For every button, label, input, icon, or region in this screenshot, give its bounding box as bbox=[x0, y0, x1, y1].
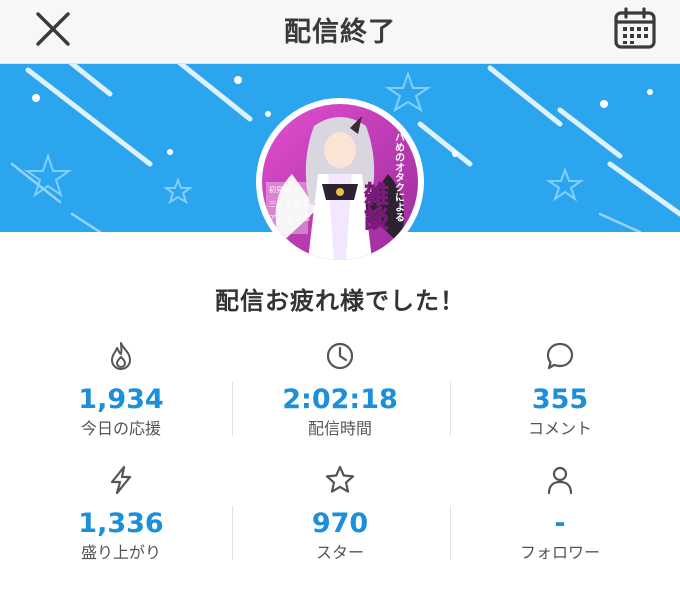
avatar-big-text: 雑談 bbox=[360, 181, 389, 231]
avatar-small-text-3: 三人 大 歓迎 bbox=[269, 199, 308, 208]
stat-value: 1,934 bbox=[78, 384, 164, 415]
comment-icon bbox=[546, 342, 574, 370]
avatar-small-text-2: ROM bbox=[282, 186, 298, 194]
stat-label: 配信時間 bbox=[307, 419, 372, 438]
stat-label: フォロワー bbox=[519, 543, 600, 562]
divider bbox=[232, 382, 233, 436]
top-bar: 配信終了 bbox=[0, 0, 680, 64]
clock-icon bbox=[326, 342, 354, 370]
avatar-vertical-title: ヤバめのオタクによる bbox=[393, 122, 405, 222]
divider bbox=[450, 382, 451, 436]
calendar-icon[interactable] bbox=[612, 6, 658, 50]
stat-duration: 2:02:18 配信時間 bbox=[227, 340, 453, 440]
stat-value: 2:02:18 bbox=[282, 384, 398, 415]
stat-value: 1,336 bbox=[78, 508, 164, 539]
stat-followers: - フォロワー bbox=[447, 464, 673, 564]
stat-support: 1,934 今日の応援 bbox=[8, 340, 234, 440]
stat-label: コメント bbox=[527, 419, 592, 438]
person-icon bbox=[547, 466, 573, 495]
stat-comments: 355 コメント bbox=[447, 340, 673, 440]
stat-value: - bbox=[554, 508, 566, 539]
star-icon bbox=[325, 465, 355, 493]
divider bbox=[232, 506, 233, 560]
avatar-small-text-4: アニ 山 有 者 bbox=[269, 213, 311, 222]
page-title: 配信終了 bbox=[284, 17, 396, 48]
lightning-icon bbox=[110, 465, 132, 495]
avatar-frame: 初見 ROM 三人 大 歓迎 アニ 山 有 者 ヤバめのオタクによる 雑談 bbox=[256, 98, 424, 266]
flame-icon bbox=[111, 342, 131, 370]
divider bbox=[450, 506, 451, 560]
stat-value: 355 bbox=[531, 384, 589, 415]
stat-excitement: 1,336 盛り上がり bbox=[8, 464, 234, 564]
avatar[interactable]: 初見 ROM 三人 大 歓迎 アニ 山 有 者 ヤバめのオタクによる 雑談 bbox=[262, 104, 418, 260]
stat-label: 今日の応援 bbox=[80, 419, 161, 438]
thanks-message: 配信お疲れ様でした！ bbox=[215, 287, 465, 315]
stat-label: 盛り上がり bbox=[80, 543, 161, 562]
avatar-small-text-1: 初見 bbox=[269, 185, 283, 194]
stat-stars: 970 スター bbox=[227, 464, 453, 564]
stat-label: スター bbox=[315, 543, 364, 562]
stream-thumbnail: 初見 ROM 三人 大 歓迎 アニ 山 有 者 ヤバめのオタクによる 雑談 bbox=[262, 104, 418, 260]
stat-value: 970 bbox=[311, 508, 369, 539]
